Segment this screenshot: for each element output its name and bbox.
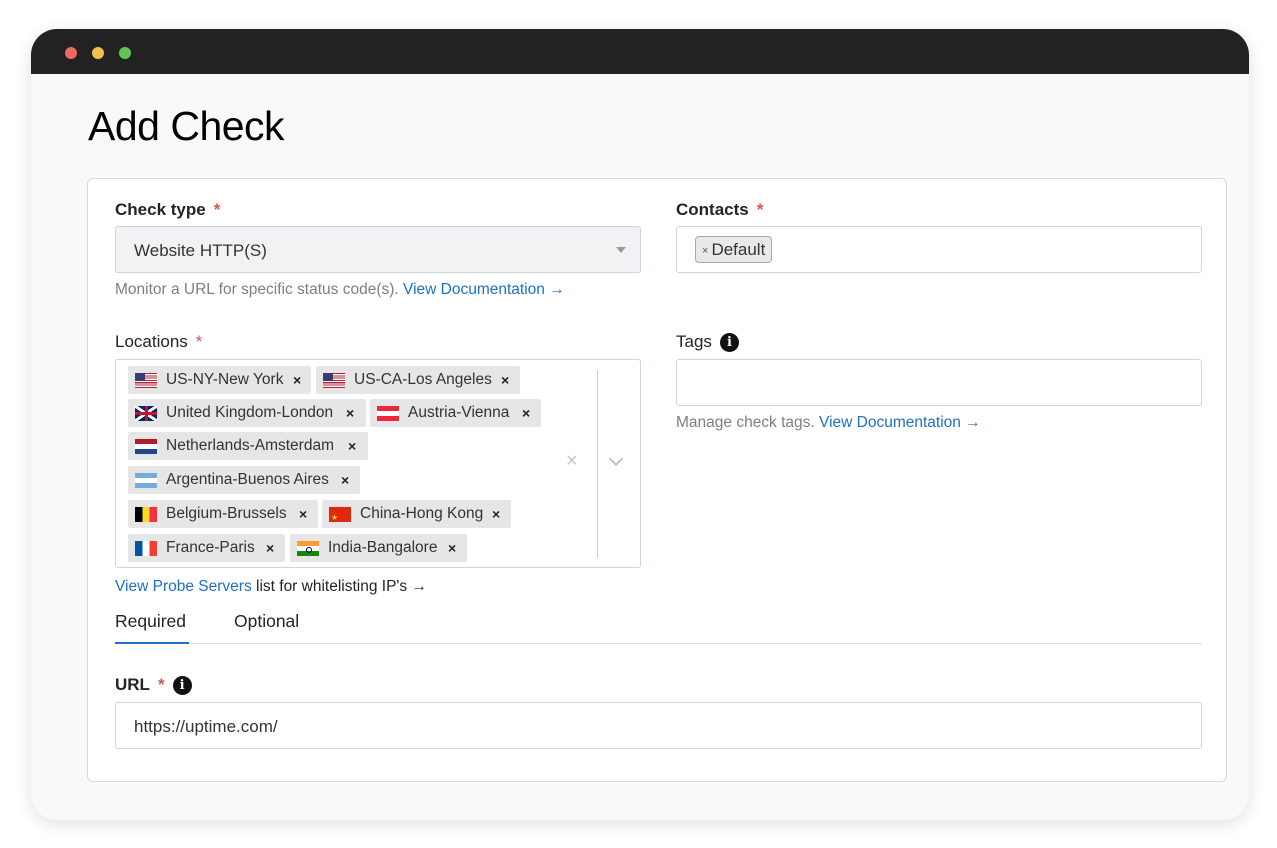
location-chip-label: India-Bangalore: [328, 539, 438, 556]
chevron-down-icon[interactable]: [608, 451, 624, 467]
location-chip-label: France-Paris: [166, 539, 255, 556]
contacts-label-text: Contacts: [676, 200, 749, 219]
indicator-separator: [597, 370, 598, 558]
location-chip: Austria-Vienna ×: [370, 399, 541, 427]
remove-location-icon[interactable]: ×: [348, 432, 356, 460]
location-chip: India-Bangalore ×: [290, 534, 467, 562]
austria-flag-icon: [377, 406, 399, 421]
info-icon[interactable]: i: [172, 676, 192, 695]
add-check-form: Check type * Website HTTP(S) Monitor a UR…: [87, 178, 1227, 782]
locations-label: Locations *: [115, 332, 202, 352]
check-type-help-text: Monitor a URL for specific status code(s…: [115, 281, 399, 298]
location-chip-label: US-NY-New York: [166, 371, 284, 388]
location-chip: US-NY-New York ×: [128, 366, 311, 394]
dropdown-caret-icon: [616, 247, 626, 253]
france-flag-icon: [135, 541, 157, 556]
belgium-flag-icon: [135, 507, 157, 522]
location-chip: China-Hong Kong ×: [322, 500, 511, 528]
remove-location-icon[interactable]: ×: [266, 534, 274, 562]
locations-label-text: Locations: [115, 332, 188, 351]
remove-location-icon[interactable]: ×: [346, 399, 354, 427]
required-asterisk: *: [157, 675, 165, 694]
argentina-flag-icon: [135, 473, 157, 488]
browser-window: Add Check Check type * Website HTTP(S) Mo…: [31, 29, 1249, 820]
netherlands-flag-icon: [135, 439, 157, 454]
contacts-label: Contacts *: [676, 200, 763, 220]
india-flag-icon: [297, 541, 319, 556]
tags-label-text: Tags: [676, 332, 712, 351]
location-chip: Netherlands-Amsterdam ×: [128, 432, 368, 460]
location-chip-label: United Kingdom-London: [166, 404, 334, 421]
required-asterisk: *: [756, 200, 764, 219]
contact-chip-default: × Default: [695, 236, 773, 263]
us-flag-icon: [135, 373, 157, 388]
url-label-text: URL: [115, 675, 150, 694]
location-chip: Belgium-Brussels ×: [128, 500, 318, 528]
close-window-button[interactable]: [65, 47, 77, 59]
minimize-window-button[interactable]: [92, 47, 104, 59]
location-chip: United Kingdom-London ×: [128, 399, 366, 427]
location-chip: Argentina-Buenos Aires ×: [128, 466, 360, 494]
locations-multiselect[interactable]: US-NY-New York × US-CA-Los Angeles × Uni…: [115, 359, 641, 568]
remove-contact-icon[interactable]: ×: [702, 245, 708, 257]
tab-optional[interactable]: Optional: [234, 611, 299, 632]
location-chip-label: US-CA-Los Angeles: [354, 371, 492, 388]
contact-chip-label: Default: [711, 240, 766, 259]
check-type-select[interactable]: Website HTTP(S): [115, 226, 641, 273]
location-chip-label: Austria-Vienna: [408, 404, 510, 421]
tags-doc-link[interactable]: View Documentation →: [819, 414, 981, 431]
tab-optional-label: Optional: [234, 611, 300, 631]
check-type-help: Monitor a URL for specific status code(s…: [115, 281, 565, 299]
check-type-label: Check type *: [115, 200, 220, 220]
probe-servers-text: list for whitelisting IP's →: [251, 578, 427, 595]
hong-kong-flag-icon: [329, 507, 351, 522]
location-chip-label: Belgium-Brussels: [166, 505, 287, 522]
info-icon[interactable]: i: [719, 333, 739, 352]
tab-required[interactable]: Required: [115, 611, 186, 632]
tags-help-text: Manage check tags.: [676, 414, 815, 431]
us-flag-icon: [323, 373, 345, 388]
remove-location-icon[interactable]: ×: [501, 366, 509, 394]
tags-help: Manage check tags. View Documentation →: [676, 414, 981, 432]
tab-required-label: Required: [115, 611, 187, 631]
probe-servers-line: View Probe Servers list for whitelisting…: [115, 578, 427, 596]
page-title: Add Check: [88, 103, 285, 149]
maximize-window-button[interactable]: [119, 47, 131, 59]
location-chip-label: Netherlands-Amsterdam: [166, 437, 334, 454]
form-tabs: Required Optional: [115, 609, 1202, 644]
tags-label: Tags i: [676, 332, 739, 352]
required-asterisk: *: [213, 200, 221, 219]
tags-input[interactable]: [676, 359, 1202, 406]
remove-location-icon[interactable]: ×: [492, 500, 500, 528]
view-probe-servers-link[interactable]: View Probe Servers: [115, 578, 252, 595]
check-type-doc-link[interactable]: View Documentation →: [403, 281, 565, 298]
contacts-multiselect[interactable]: × Default: [676, 226, 1202, 273]
remove-location-icon[interactable]: ×: [522, 399, 530, 427]
url-label: URL * i: [115, 675, 192, 695]
remove-location-icon[interactable]: ×: [293, 366, 301, 394]
url-value: https://uptime.com/: [134, 717, 278, 736]
required-asterisk: *: [195, 332, 203, 351]
url-input[interactable]: https://uptime.com/: [115, 702, 1202, 749]
check-type-label-text: Check type: [115, 200, 206, 219]
location-chip: France-Paris ×: [128, 534, 285, 562]
remove-location-icon[interactable]: ×: [448, 534, 456, 562]
remove-location-icon[interactable]: ×: [341, 466, 349, 494]
clear-locations-icon[interactable]: ×: [566, 450, 578, 473]
location-chip-label: Argentina-Buenos Aires: [166, 471, 329, 488]
uk-flag-icon: [135, 406, 157, 421]
location-chip-label: China-Hong Kong: [360, 505, 484, 522]
check-type-value: Website HTTP(S): [134, 241, 267, 260]
active-tab-indicator: [115, 642, 189, 644]
location-chip: US-CA-Los Angeles ×: [316, 366, 520, 394]
title-bar: [31, 29, 1249, 74]
remove-location-icon[interactable]: ×: [299, 500, 307, 528]
